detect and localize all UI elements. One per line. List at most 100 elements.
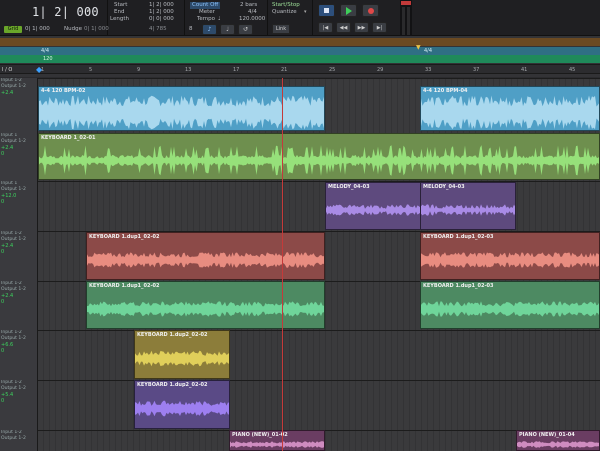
track-lane[interactable] xyxy=(38,380,600,430)
track-pan-value[interactable]: 0 xyxy=(0,151,37,157)
stop-button[interactable] xyxy=(318,4,335,17)
clip-name: KEYBOARD 1.dup1_02-03 xyxy=(423,234,494,240)
length-value[interactable]: 0| 0| 000 xyxy=(149,16,174,23)
audio-clip[interactable]: KEYBOARD 1.dup1_02-03 xyxy=(420,281,600,329)
io-header-label: I / O xyxy=(2,67,13,73)
clip-name: KEYBOARD 1.dup1_02-03 xyxy=(423,283,494,289)
bar-tick-label: 37 xyxy=(473,67,480,73)
meter-change-icon[interactable]: ▼ xyxy=(416,44,421,51)
clip-name: PIANO (NEW)_01-02 xyxy=(232,432,288,438)
audio-clip[interactable]: MELODY_04-03 xyxy=(420,182,516,230)
timeline-rulers: 4/4 ▼ 4/4 120 ◆ I / O 1 5 9 13 17 21 25 29 33 37 4… xyxy=(0,36,600,77)
clip-name: 4-4 120 BPM-04 xyxy=(423,88,468,94)
grid-value[interactable]: 0| 1| 000 xyxy=(25,26,50,33)
start-stop-label[interactable]: Start/Stop xyxy=(272,2,300,9)
meter-label: Meter xyxy=(199,9,215,15)
clip-name: MELODY_04-03 xyxy=(328,184,370,190)
clip-indicator[interactable] xyxy=(401,1,411,5)
wait-note-button[interactable]: ♩ xyxy=(220,24,235,35)
track-pan-value[interactable]: 0 xyxy=(0,199,37,205)
grid-mode-button[interactable]: Grid xyxy=(4,26,22,33)
tempo-marker[interactable]: 120 xyxy=(43,56,53,62)
track-pan-value[interactable]: 0 xyxy=(0,348,37,354)
go-to-end-button[interactable]: ▶| xyxy=(372,22,387,33)
bar-tick-label: 29 xyxy=(377,67,384,73)
nudge-value[interactable]: 0| 1| 000 xyxy=(84,26,109,33)
audio-clip[interactable]: KEYBOARD 1_02-01 xyxy=(38,133,600,180)
audio-clip[interactable]: KEYBOARD 1.dup2_02-02 xyxy=(134,330,230,379)
clip-name: MELODY_04-03 xyxy=(423,184,465,190)
track-pan-value[interactable]: 0 xyxy=(0,299,37,305)
bar-tick-label: 21 xyxy=(281,67,288,73)
transport-buttons: |◀ ◀◀ ▶▶ ▶| xyxy=(314,0,390,36)
clip-waveform xyxy=(421,301,599,317)
record-button[interactable] xyxy=(362,4,379,17)
clip-waveform xyxy=(87,252,324,268)
bar-tick-label: 33 xyxy=(425,67,432,73)
track-pan-value[interactable]: 0 xyxy=(0,398,37,404)
audio-clip[interactable]: KEYBOARD 1.dup1_02-02 xyxy=(86,281,325,329)
fast-forward-icon: ▶▶ xyxy=(357,24,366,31)
audio-clip[interactable]: MELODY_04-03 xyxy=(325,182,421,230)
waveform-path xyxy=(421,95,599,130)
clip-waveform xyxy=(326,204,420,216)
audio-clip[interactable]: KEYBOARD 1.dup1_02-02 xyxy=(86,232,325,280)
go-to-end-icon: ▶| xyxy=(376,24,383,31)
tempo-value[interactable]: 120.0000 xyxy=(239,16,265,23)
fast-forward-button[interactable]: ▶▶ xyxy=(354,22,369,33)
tempo-ruler[interactable]: 120 xyxy=(0,55,600,63)
link-button[interactable]: Link xyxy=(272,24,290,34)
clip-name: KEYBOARD 1_02-01 xyxy=(41,135,96,141)
audio-clip[interactable]: KEYBOARD 1.dup1_02-03 xyxy=(420,232,600,280)
track-io-column: Input 1 Output 1-2 +2.4 0 xyxy=(0,133,38,181)
markers-ruler[interactable] xyxy=(0,38,600,46)
clip-name: PIANO (NEW)_01-04 xyxy=(519,432,575,438)
meter-marker[interactable]: 4/4 xyxy=(41,48,49,54)
sync-section: Start/Stop Quantize ▾ Link xyxy=(269,0,313,36)
track-pan-value[interactable]: 0 xyxy=(0,249,37,255)
bar-tick-label: 25 xyxy=(329,67,336,73)
meter-value[interactable]: 4/4 xyxy=(248,9,257,16)
daw-window: 1| 2| 000 ▾ Grid 0| 1| 000 Nudge 0| 1| 0… xyxy=(0,0,600,451)
rewind-button[interactable]: ◀◀ xyxy=(336,22,351,33)
track-output-selector[interactable]: Output 1-2 xyxy=(0,436,37,442)
counter-dropdown-icon[interactable]: ▾ xyxy=(87,8,90,14)
clip-name: KEYBOARD 1.dup1_02-02 xyxy=(89,283,160,289)
track-lane[interactable] xyxy=(38,330,600,380)
clip-name: KEYBOARD 1.dup2_02-02 xyxy=(137,382,208,388)
nudge-label[interactable]: Nudge xyxy=(64,26,82,33)
meter-marker-2[interactable]: 4/4 xyxy=(424,48,432,54)
tempo-note-icon: ♩ xyxy=(218,16,221,22)
return-to-zero-button[interactable]: |◀ xyxy=(318,22,333,33)
waveform-path xyxy=(517,441,599,448)
midi-merge-button[interactable]: ↺ xyxy=(238,24,253,35)
audio-clip[interactable]: KEYBOARD 1.dup2_02-02 xyxy=(134,380,230,429)
track-io-column: Input 1-2 Output 1-2 +2.4 0 xyxy=(0,231,38,281)
length-label: Length xyxy=(110,16,129,22)
start-value[interactable]: 1| 2| 000 xyxy=(149,2,174,9)
edit-cursor-line xyxy=(282,78,283,451)
rewind-icon: ◀◀ xyxy=(339,24,348,31)
midi-controls-section: Count Off 2 bars Meter 4/4 Tempo ♩ 120.0… xyxy=(186,0,268,36)
audio-clip[interactable]: 4-4 120 BPM-04 xyxy=(420,86,600,131)
audio-clip[interactable]: PIANO (NEW)_01-04 xyxy=(516,430,600,451)
track-io-column: Input 1-2 Output 1-2 +6.6 0 xyxy=(0,330,38,380)
bars-ruler[interactable]: ◆ I / O 1 5 9 13 17 21 25 29 33 37 41 45 xyxy=(0,64,600,74)
quantize-dropdown-icon[interactable]: ▾ xyxy=(304,9,307,15)
waveform-path xyxy=(135,400,229,417)
audio-clip[interactable]: PIANO (NEW)_01-02 xyxy=(229,430,325,451)
waveform-path xyxy=(421,301,599,317)
metronome-button[interactable]: ♪ xyxy=(202,24,217,35)
bar-tick-label: 9 xyxy=(137,67,141,73)
waveform-path xyxy=(421,204,515,216)
track-volume-value[interactable]: +2.4 xyxy=(0,90,37,96)
meter-bar-left xyxy=(402,7,405,35)
end-value[interactable]: 1| 2| 000 xyxy=(149,9,174,16)
play-button[interactable] xyxy=(340,4,357,17)
count-off-button[interactable]: Count Off xyxy=(190,2,221,9)
end-label: End xyxy=(114,9,125,15)
meter-ruler[interactable]: 4/4 ▼ 4/4 xyxy=(0,44,600,55)
bar-tick-label: 13 xyxy=(185,67,192,73)
record-icon xyxy=(367,7,374,14)
quantize-label[interactable]: Quantize xyxy=(272,9,297,16)
